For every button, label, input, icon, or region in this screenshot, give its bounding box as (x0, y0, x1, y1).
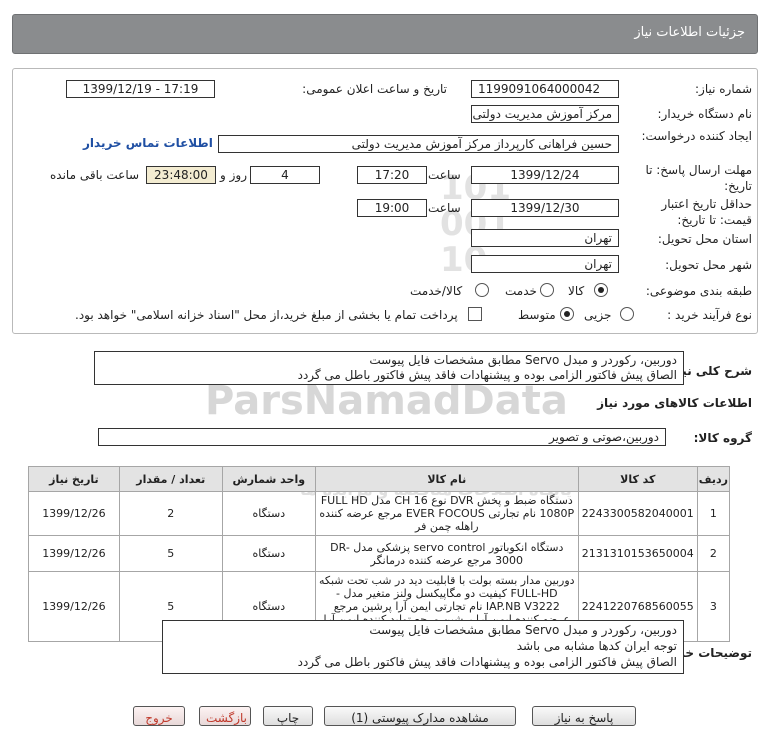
announce-field: 1399/12/19 - 17:19 (66, 80, 215, 98)
process-partial-radio[interactable] (620, 307, 634, 321)
category-goods-service-radio[interactable] (475, 283, 489, 297)
cell-name: دستگاه انکوباتور servo control پزشکی مدل… (314, 535, 579, 572)
category-service-radio[interactable] (540, 283, 554, 297)
cell-code: 2243300582040001 (577, 491, 698, 536)
summary-box: دوربین، رکوردر و مبدل Servo مطابق مشخصات… (94, 351, 684, 385)
creator-field: حسین فراهانی کارپرداز مرکز آموزش مدیریت … (218, 135, 619, 153)
deadline-time-field: 17:20 (357, 166, 427, 184)
col-code: کد کالا (577, 466, 698, 492)
cell-date: 1399/12/26 (28, 491, 120, 536)
payment-treasury-checkbox[interactable] (468, 307, 482, 321)
print-button[interactable]: چاپ (263, 706, 313, 726)
contact-info-link[interactable]: اطلاعات تماس خریدار (83, 136, 213, 150)
remaining-label: ساعت باقی مانده (50, 168, 140, 182)
days-label: روز و (220, 168, 247, 182)
table-header-row: ردیف کد کالا نام کالا واحد شمارش تعداد /… (28, 466, 731, 492)
announce-label: تاریخ و ساعت اعلان عمومی: (302, 82, 447, 96)
deadline-label: مهلت ارسال پاسخ: تا تاریخ: (645, 163, 752, 193)
cell-code: 2131310153650004 (577, 535, 698, 572)
buyer-notes-line-3: الصاق پیش فاکتور الزامی بوده و پیشنهادات… (297, 655, 677, 669)
back-button[interactable]: بازگشت (199, 706, 251, 726)
category-label: طبقه بندی موضوعی: (645, 284, 752, 298)
city-field: تهران (471, 255, 619, 273)
buyer-notes-box: دوربین، رکوردر و مبدل Servo مطابق مشخصات… (162, 620, 684, 674)
cell-unit: دستگاه (221, 491, 316, 536)
cell-row: 2 (696, 535, 731, 572)
col-name: نام کالا (314, 466, 579, 492)
table-row: 1 2243300582040001 دستگاه ضبط و پخش DVR … (28, 491, 731, 536)
process-medium-label: متوسط (518, 308, 556, 322)
attachments-button[interactable]: مشاهده مدارک پیوستی (1) (324, 706, 516, 726)
validity-time-label: ساعت (428, 201, 461, 215)
summary-line-2: الصاق پیش فاکتور الزامی بوده و پیشنهادات… (297, 368, 677, 382)
category-service-label: خدمت (505, 284, 537, 298)
reply-button[interactable]: پاسخ به نیاز (532, 706, 636, 726)
exit-button[interactable]: خروج (133, 706, 185, 726)
items-table: ردیف کد کالا نام کالا واحد شمارش تعداد /… (28, 466, 731, 642)
province-field: تهران (471, 229, 619, 247)
buyer-notes-line-1: دوربین، رکوردر و مبدل Servo مطابق مشخصات… (369, 623, 677, 637)
col-date: تاریخ نیاز (28, 466, 120, 492)
category-goods-label: کالا (568, 284, 585, 298)
payment-note: پرداخت تمام یا بخشی از مبلغ خرید،از محل … (75, 308, 458, 322)
cell-date: 1399/12/26 (28, 535, 120, 572)
process-label: نوع فرآیند خرید : (667, 308, 752, 322)
need-number-field: 1199091064000042 (471, 80, 619, 98)
page-title: جزئیات اطلاعات نیاز (634, 25, 745, 40)
goods-group-label: گروه کالا: (693, 431, 752, 445)
buyer-notes-line-2: توجه ایران کدها مشابه می باشد (516, 639, 677, 653)
cell-name: دستگاه ضبط و پخش DVR نوع CH 16 مدل FULL … (314, 491, 579, 536)
category-goods-service-label: کالا/خدمت (410, 284, 463, 298)
cell-qty: 2 (118, 491, 223, 536)
creator-label: ایجاد کننده درخواست: (641, 129, 752, 143)
cell-row: 3 (696, 571, 731, 642)
validity-time-field: 19:00 (357, 199, 427, 217)
city-label: شهر محل تحویل: (665, 258, 752, 272)
cell-qty: 5 (118, 535, 223, 572)
col-unit: واحد شمارش (221, 466, 316, 492)
buyer-label: نام دستگاه خریدار: (657, 107, 753, 121)
category-goods-radio[interactable] (594, 283, 608, 297)
page-header: جزئیات اطلاعات نیاز (12, 14, 758, 54)
col-row: ردیف (696, 466, 731, 492)
remaining-time-field: 23:48:00 (146, 166, 216, 184)
need-number-label: شماره نیاز: (695, 82, 752, 96)
validity-date-field: 1399/12/30 (471, 199, 619, 217)
cell-date: 1399/12/26 (28, 571, 120, 642)
buyer-field: مرکز آموزش مدیریت دولتی (471, 105, 619, 123)
col-qty: تعداد / مقدار (118, 466, 223, 492)
deadline-time-label: ساعت (428, 168, 461, 182)
items-section-title: اطلاعات کالاهای مورد نیاز (597, 396, 752, 410)
cell-row: 1 (696, 491, 731, 536)
province-label: استان محل تحویل: (657, 232, 752, 246)
process-medium-radio[interactable] (560, 307, 574, 321)
process-partial-label: جزیی (584, 308, 612, 322)
validity-label: حداقل تاریخ اعتبار قیمت: تا تاریخ: (661, 197, 752, 227)
cell-unit: دستگاه (221, 535, 316, 572)
days-field: 4 (250, 166, 320, 184)
summary-line-1: دوربین، رکوردر و مبدل Servo مطابق مشخصات… (369, 353, 677, 367)
table-row: 2 2131310153650004 دستگاه انکوباتور serv… (28, 535, 731, 572)
goods-group-field: دوربین،صوتی و تصویر (98, 428, 666, 446)
deadline-date-field: 1399/12/24 (471, 166, 619, 184)
